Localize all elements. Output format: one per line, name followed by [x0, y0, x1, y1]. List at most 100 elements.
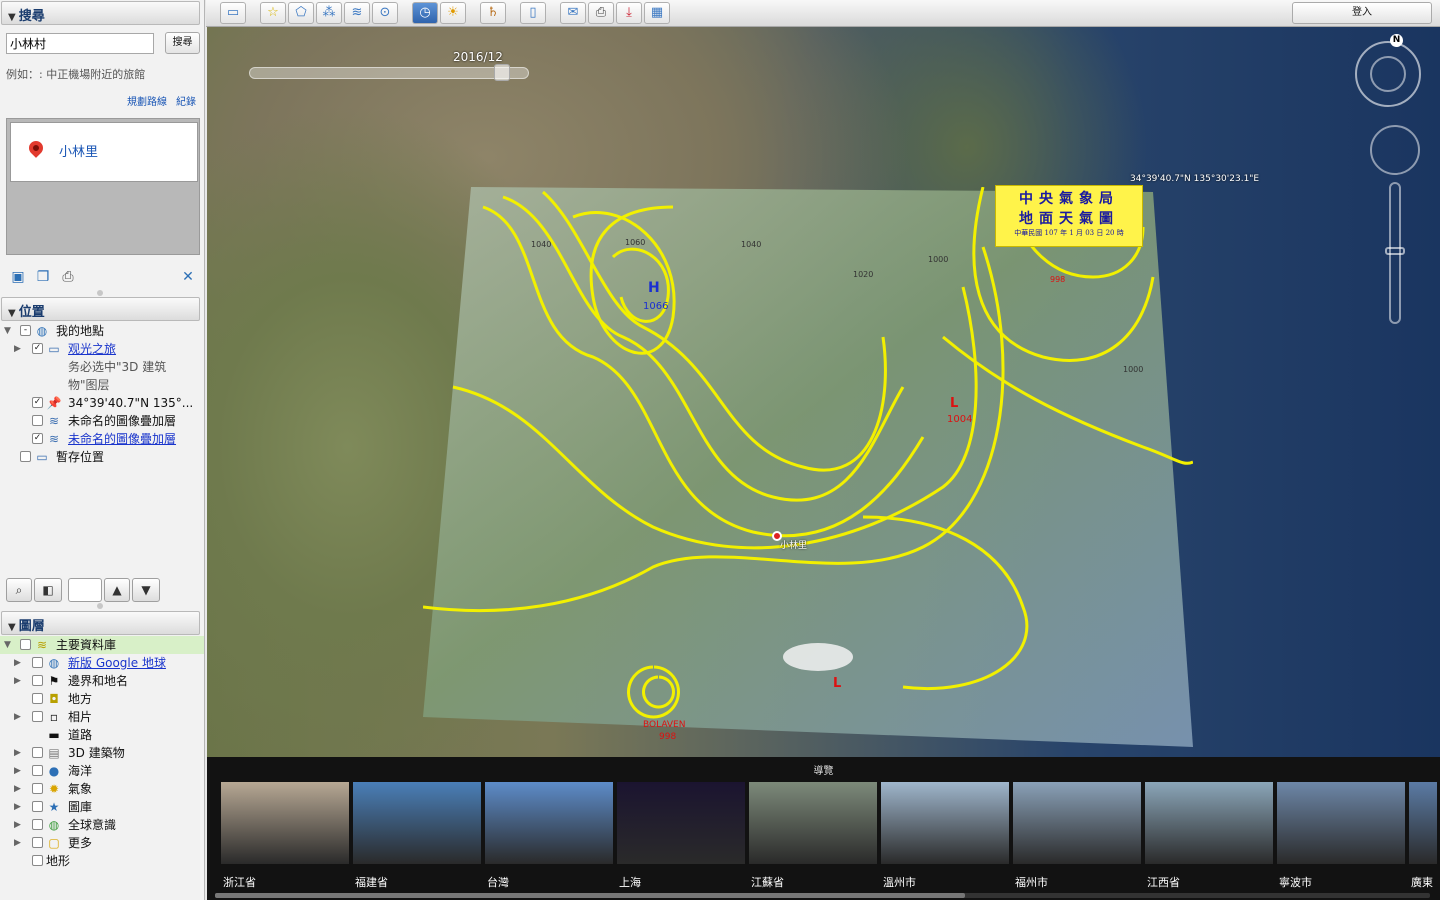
checkbox[interactable] [32, 819, 43, 830]
tour-item[interactable]: 江蘇省 [749, 782, 877, 892]
layer-item-weather[interactable]: ▶ ✹ 氣象 [0, 780, 204, 798]
checkbox[interactable] [32, 855, 43, 866]
tour-thumbnail[interactable] [1145, 782, 1273, 864]
ruler-button[interactable]: ▯ [520, 2, 546, 24]
checkbox[interactable] [32, 415, 43, 426]
north-indicator-icon[interactable]: N [1390, 34, 1403, 47]
search-result-item[interactable]: 小林里 [10, 122, 198, 182]
tree-item-label[interactable]: 未命名的圖像疊加層 [68, 430, 176, 448]
layer-item-new-google-earth[interactable]: ▶ ◍ 新版 Google 地球 [0, 654, 204, 672]
checkbox[interactable]: - [20, 325, 31, 336]
checkbox[interactable] [32, 765, 43, 776]
planet-switch-button[interactable]: ♄ [480, 2, 506, 24]
map-view[interactable]: H 1066 1004 L L BOLAVEN 998 998 1040 106… [207, 27, 1440, 757]
email-button[interactable]: ✉ [560, 2, 586, 24]
checkbox[interactable] [32, 711, 43, 722]
expand-arrow-icon[interactable]: ▶ [14, 340, 24, 358]
layer-item-more[interactable]: ▶ ▢ 更多 [0, 834, 204, 852]
tour-item[interactable]: 寧波市 [1277, 782, 1405, 892]
save-image-button[interactable]: ⤓ [616, 2, 642, 24]
add-path-button[interactable]: ⁂ [316, 2, 342, 24]
time-slider[interactable] [249, 67, 529, 79]
panel-splitter[interactable] [97, 603, 103, 609]
tour-thumbnail[interactable] [617, 782, 745, 864]
move-up-button[interactable]: ▲ [104, 578, 130, 602]
checkbox[interactable] [32, 675, 43, 686]
tour-thumbnail[interactable] [881, 782, 1009, 864]
move-down-button[interactable]: ▼ [132, 578, 160, 602]
close-icon[interactable]: ✕ [180, 269, 196, 285]
tour-item[interactable]: 上海 [617, 782, 745, 892]
add-polygon-button[interactable]: ⬠ [288, 2, 314, 24]
expand-arrow-icon[interactable]: ▶ [14, 798, 24, 816]
places-section-header[interactable]: ▼ 位置 [1, 297, 200, 321]
layer-item-primary-database[interactable]: ▼ ≋ 主要資料庫 [0, 636, 204, 654]
places-filter-input[interactable] [68, 578, 102, 602]
tour-item[interactable]: 溫州市 [881, 782, 1009, 892]
sidebar-toggle-button[interactable]: ▭ [220, 2, 246, 24]
look-joystick[interactable] [1370, 56, 1406, 92]
layer-item-terrain[interactable]: 地形 [0, 852, 204, 870]
layer-item-borders[interactable]: ▶ ⚑ 邊界和地名 [0, 672, 204, 690]
checkbox[interactable] [32, 747, 43, 758]
tour-thumbnail[interactable] [353, 782, 481, 864]
tour-item[interactable]: 江西省 [1145, 782, 1273, 892]
tree-item-my-places[interactable]: ▼ - ◍ 我的地點 [0, 322, 204, 340]
checkbox[interactable] [32, 657, 43, 668]
expand-arrow-icon[interactable]: ▶ [14, 762, 24, 780]
checkbox[interactable] [20, 639, 31, 650]
checkbox[interactable]: ✓ [32, 433, 43, 444]
add-image-overlay-button[interactable]: ≋ [344, 2, 370, 24]
layer-item-roads[interactable]: ▬ 道路 [0, 726, 204, 744]
checkbox[interactable] [32, 837, 43, 848]
search-result-label[interactable]: 小林里 [59, 141, 98, 160]
search-section-header[interactable]: ▼ 搜尋 [1, 1, 200, 25]
zoom-slider-thumb[interactable] [1385, 247, 1405, 255]
layers-section-header[interactable]: ▼ 圖層 [1, 611, 200, 635]
move-joystick[interactable] [1370, 125, 1420, 175]
checkbox[interactable] [32, 783, 43, 794]
layer-item-3d-buildings[interactable]: ▶ ▤ 3D 建築物 [0, 744, 204, 762]
expand-arrow-icon[interactable]: ▶ [14, 654, 24, 672]
toggle-panel-button[interactable]: ◧ [34, 578, 62, 602]
tour-item[interactable]: 福建省 [353, 782, 481, 892]
tour-item[interactable]: 台灣 [485, 782, 613, 892]
search-places-button[interactable]: ⌕ [6, 578, 32, 602]
layer-item-ocean[interactable]: ▶ ● 海洋 [0, 762, 204, 780]
tree-item-image-overlay[interactable]: ≋ 未命名的圖像疊加層 [0, 412, 204, 430]
tree-item-image-overlay-selected[interactable]: ✓ ≋ 未命名的圖像疊加層 [0, 430, 204, 448]
tour-thumbnail[interactable] [1013, 782, 1141, 864]
layer-label[interactable]: 新版 Google 地球 [68, 654, 166, 672]
tour-scrollbar-thumb[interactable] [215, 893, 965, 898]
checkbox[interactable]: ✓ [32, 397, 43, 408]
expand-arrow-icon[interactable]: ▶ [14, 834, 24, 852]
layer-item-global-awareness[interactable]: ▶ ◍ 全球意識 [0, 816, 204, 834]
checkbox[interactable] [32, 801, 43, 812]
expand-arrow-icon[interactable]: ▶ [14, 816, 24, 834]
checkbox[interactable] [20, 451, 31, 462]
time-slider-thumb[interactable] [494, 64, 510, 81]
tour-thumbnail[interactable] [1277, 782, 1405, 864]
placemark-label[interactable]: 小林里 [780, 538, 807, 551]
tour-scrollbar[interactable] [215, 893, 1430, 898]
add-folder-icon[interactable]: ▣ [10, 269, 26, 285]
layer-item-places[interactable]: ◘ 地方 [0, 690, 204, 708]
tree-item-label[interactable]: 观光之旅 [68, 340, 116, 358]
print-icon[interactable]: ⎙ [60, 269, 76, 285]
layer-item-gallery[interactable]: ▶ ★ 圖庫 [0, 798, 204, 816]
directions-link[interactable]: 規劃路線 [127, 93, 167, 108]
expand-arrow-icon[interactable]: ▶ [14, 708, 24, 726]
expand-arrow-icon[interactable]: ▼ [4, 636, 14, 654]
record-tour-button[interactable]: ⊙ [372, 2, 398, 24]
view-in-maps-button[interactable]: ▦ [644, 2, 670, 24]
checkbox[interactable] [32, 693, 43, 704]
tree-item-temporary-places[interactable]: ▭ 暫存位置 [0, 448, 204, 466]
tree-item-placemark[interactable]: ✓ 📌 34°39'40.7"N 135°... [0, 394, 204, 412]
tour-thumbnail[interactable] [221, 782, 349, 864]
tour-item[interactable]: 福州市 [1013, 782, 1141, 892]
expand-arrow-icon[interactable]: ▶ [14, 672, 24, 690]
search-button[interactable]: 搜尋 [165, 32, 200, 54]
expand-arrow-icon[interactable]: ▶ [14, 780, 24, 798]
tour-thumbnail[interactable] [749, 782, 877, 864]
tour-thumbnail[interactable] [1409, 782, 1437, 864]
